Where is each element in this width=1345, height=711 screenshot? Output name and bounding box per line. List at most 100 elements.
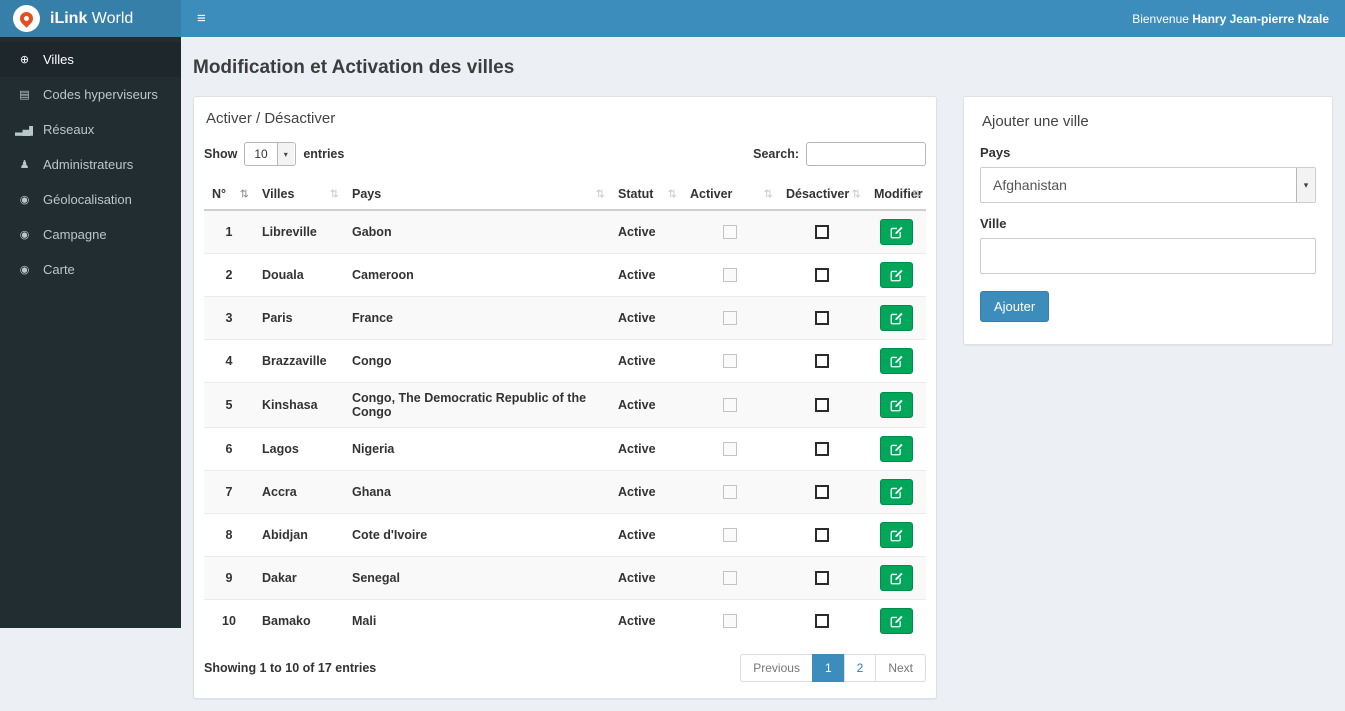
sidebar-item-geolocalisation[interactable]: ◉ Géolocalisation [0,182,181,217]
row-number-cell: 10 [204,599,254,642]
statut-cell: Active [610,599,682,642]
welcome-text[interactable]: Bienvenue Hanry Jean-pierre Nzale [1132,12,1345,26]
sort-icon: ⇅ [763,188,773,201]
table-row: 9 Dakar Senegal Active [204,556,926,600]
edit-icon [890,486,903,498]
chevron-down-icon: ▾ [1296,168,1315,202]
app-logo-icon [13,5,40,32]
pays-cell: Nigeria [344,427,610,471]
sidebar-item-campagne[interactable]: ◉ Campagne [0,217,181,252]
desactiver-checkbox[interactable] [815,614,829,629]
pagination-pages: 12 [811,654,877,682]
villes-table: N° ⇅ Villes ⇅ Pays ⇅ Statut ⇅ Activer ⇅ … [204,179,926,642]
sidebar-item-reseaux[interactable]: ▂▄▆ Réseaux [0,112,181,147]
statut-cell: Active [610,513,682,557]
pays-cell: France [344,296,610,340]
sidebar-item-carte[interactable]: ◉ Carte [0,252,181,287]
sidebar-item-label: Administrateurs [43,157,134,172]
pagination-previous-button[interactable]: Previous [740,654,813,682]
modifier-button[interactable] [879,219,913,245]
edit-icon [890,572,903,584]
pays-cell: Cameroon [344,253,610,297]
pagination-page-button[interactable]: 1 [811,654,845,682]
pays-cell: Gabon [344,209,610,254]
pays-select[interactable]: Afghanistan ▾ [980,167,1316,203]
page-length-control: Show 10 ▾ entries [204,142,344,166]
ville-input[interactable] [980,238,1316,274]
ville-cell: Douala [254,253,344,297]
desactiver-checkbox[interactable] [815,571,829,586]
desactiver-checkbox[interactable] [815,354,829,369]
modifier-button[interactable] [879,436,913,462]
search-input[interactable] [806,142,926,166]
desactiver-checkbox[interactable] [815,268,829,283]
welcome-user-name: Hanry Jean-pierre Nzale [1192,11,1329,26]
column-header-label: Statut [618,187,654,201]
desactiver-checkbox[interactable] [815,311,829,326]
ville-cell: Accra [254,470,344,514]
row-number-cell: 7 [204,470,254,514]
modifier-button[interactable] [879,262,913,288]
edit-icon [890,269,903,281]
activer-checkbox [723,571,737,586]
sidebar-item-codes-hyperviseurs[interactable]: ▤ Codes hyperviseurs [0,77,181,112]
pagination-next-button[interactable]: Next [875,654,926,682]
search-control: Search: [753,142,926,166]
modifier-button[interactable] [879,565,913,591]
desactiver-checkbox[interactable] [815,528,829,543]
sidebar-nav: ⊕ Villes ▤ Codes hyperviseurs ▂▄▆ Réseau… [0,37,181,628]
column-header[interactable]: Activer ⇅ [682,179,778,211]
modifier-button[interactable] [879,608,913,634]
table-info: Showing 1 to 10 of 17 entries [204,661,377,675]
column-header[interactable]: N° ⇅ [204,179,254,211]
column-header[interactable]: Villes ⇅ [254,179,344,211]
hamburger-menu-icon[interactable]: ≡ [181,0,222,37]
statut-cell: Active [610,470,682,514]
column-header[interactable]: Modifier ⇅ [866,179,926,211]
desactiver-checkbox[interactable] [815,485,829,500]
ajouter-button[interactable]: Ajouter [980,291,1050,322]
sidebar-item-villes[interactable]: ⊕ Villes [0,42,181,77]
pays-cell: Senegal [344,556,610,600]
table-row: 1 Libreville Gabon Active [204,209,926,254]
page-length-select[interactable]: 10 ▾ [244,142,297,166]
sidebar-item-administrateurs[interactable]: ♟ Administrateurs [0,147,181,182]
column-header-label: Désactiver [786,187,850,201]
chevron-down-icon: ▾ [276,143,294,165]
column-header[interactable]: Désactiver ⇅ [778,179,866,211]
column-header[interactable]: Pays ⇅ [344,179,610,211]
desactiver-checkbox[interactable] [815,398,829,413]
add-ville-panel: Ajouter une ville Pays Afghanistan ▾ Vil… [963,96,1333,345]
modifier-button[interactable] [879,479,913,505]
brand-title: iLink World [50,10,133,28]
edit-icon [890,615,903,627]
modifier-button[interactable] [879,305,913,331]
desactiver-checkbox[interactable] [815,442,829,457]
datatable-controls: Show 10 ▾ entries Search: [204,142,926,166]
modifier-button[interactable] [879,522,913,548]
search-label: Search: [753,147,799,161]
column-header[interactable]: Statut ⇅ [610,179,682,211]
row-number-cell: 9 [204,556,254,600]
column-header-label: Villes [262,187,295,201]
edit-icon [890,443,903,455]
desactiver-checkbox[interactable] [815,225,829,240]
sidebar-item-label: Villes [43,52,74,67]
modifier-button[interactable] [879,392,913,418]
map-marker-icon: ◉ [19,229,30,241]
activer-checkbox [723,442,737,457]
sort-icon: ⇅ [851,188,861,201]
table-row: 4 Brazzaville Congo Active [204,339,926,383]
pays-cell: Mali [344,599,610,642]
modifier-button[interactable] [879,348,913,374]
pagination-page-button[interactable]: 2 [843,654,877,682]
edit-icon [890,529,903,541]
table-row: 2 Douala Cameroon Active [204,253,926,297]
add-panel-title: Ajouter une ville [982,113,1089,130]
activer-checkbox [723,528,737,543]
brand-logo-area[interactable]: iLink World [0,0,181,37]
brand-bold: iLink [50,9,88,27]
sidebar-menu: ⊕ Villes ▤ Codes hyperviseurs ▂▄▆ Réseau… [0,37,181,287]
map-pin-icon [17,9,36,28]
table-row: 7 Accra Ghana Active [204,470,926,514]
